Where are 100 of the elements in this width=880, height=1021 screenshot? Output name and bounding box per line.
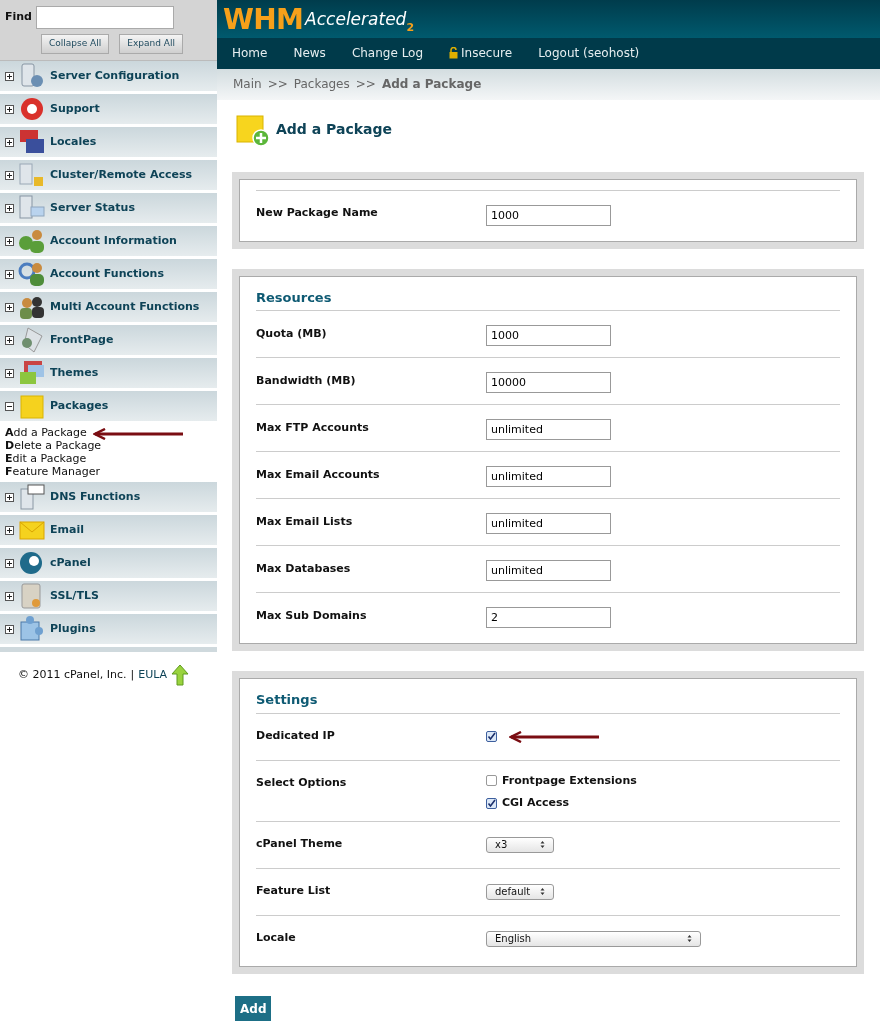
- plus-icon: [6, 559, 13, 567]
- text-field[interactable]: 1000: [486, 325, 611, 346]
- field-label: Quota (MB): [256, 325, 328, 342]
- sidebar-category[interactable]: Server Configuration: [0, 61, 217, 94]
- nav-link[interactable]: Change Log: [351, 44, 424, 63]
- plus-icon: [6, 493, 13, 501]
- current-page-crumb: Add a Package: [381, 76, 482, 94]
- sidebar-category[interactable]: Server Status: [0, 193, 217, 226]
- text-field[interactable]: unlimited: [486, 513, 611, 534]
- updown-icon: [540, 840, 545, 849]
- field-label: Max FTP Accounts: [256, 419, 370, 436]
- expand-toggle[interactable]: [5, 368, 14, 378]
- checkbox[interactable]: [486, 775, 497, 787]
- expand-toggle[interactable]: [5, 302, 14, 312]
- nav-link[interactable]: Insecure: [449, 44, 513, 63]
- plus-icon: [6, 336, 13, 344]
- sidebar-category[interactable]: Themes: [0, 358, 217, 391]
- nav-link[interactable]: News: [293, 44, 326, 63]
- text-field[interactable]: 1000: [486, 204, 611, 226]
- expand-toggle[interactable]: [5, 137, 14, 147]
- expand-toggle[interactable]: [5, 104, 14, 114]
- field-label: Max Email Lists: [256, 513, 354, 530]
- field-label: cPanel Theme: [256, 836, 344, 853]
- expand-toggle[interactable]: [5, 492, 14, 502]
- category-icon: [18, 227, 46, 255]
- field-label: New Package Name: [256, 205, 379, 222]
- text-field[interactable]: unlimited: [486, 419, 611, 440]
- text-field[interactable]: unlimited: [486, 466, 611, 487]
- eula-link[interactable]: EULA: [138, 666, 168, 684]
- plus-icon: [6, 592, 13, 600]
- category-icon: [18, 392, 46, 420]
- sidebar-category[interactable]: SSL/TLS: [0, 581, 217, 614]
- collapse-toggle[interactable]: [5, 401, 14, 411]
- field-label: Max Sub Domains: [256, 607, 368, 624]
- sidebar-button[interactable]: Expand All: [119, 34, 183, 54]
- select-dropdown[interactable]: default: [486, 883, 554, 900]
- expand-toggle[interactable]: [5, 269, 14, 279]
- plus-icon: [6, 237, 13, 245]
- find-field[interactable]: [36, 6, 174, 29]
- sidebar-category[interactable]: FrontPage: [0, 325, 217, 358]
- expand-toggle[interactable]: [5, 335, 14, 345]
- select-dropdown[interactable]: x3: [486, 836, 554, 853]
- text-field[interactable]: unlimited: [486, 560, 611, 581]
- select-dropdown[interactable]: English: [486, 930, 701, 947]
- expand-toggle[interactable]: [5, 71, 14, 81]
- sidebar-category[interactable]: cPanel: [0, 548, 217, 581]
- checkbox[interactable]: [486, 731, 497, 742]
- section-title: Settings: [256, 691, 319, 709]
- separator-text: |: [130, 666, 135, 683]
- page-title: Add a Package: [276, 120, 392, 139]
- plus-icon: [6, 625, 13, 633]
- category-icon: [18, 615, 46, 643]
- option-label: CGI Access: [502, 795, 570, 811]
- plus-icon: [6, 138, 13, 146]
- sidebar-button[interactable]: Collapse All: [41, 34, 110, 54]
- expand-toggle[interactable]: [5, 591, 14, 601]
- sidebar-category[interactable]: Cluster/Remote Access: [0, 160, 217, 193]
- updown-icon: [540, 887, 545, 896]
- expand-toggle[interactable]: [5, 525, 14, 535]
- sidebar-category[interactable]: Packages: [0, 391, 217, 424]
- sidebar-category[interactable]: Account Functions: [0, 259, 217, 292]
- sidebar-category[interactable]: Locales: [0, 127, 217, 160]
- category-icon: [18, 128, 46, 156]
- sidebar-category[interactable]: Account Information: [0, 226, 217, 259]
- expand-toggle[interactable]: [5, 236, 14, 246]
- sidebar-category[interactable]: Multi Account Functions: [0, 292, 217, 325]
- expand-toggle[interactable]: [5, 558, 14, 568]
- up-arrow-icon: [171, 664, 190, 686]
- plus-icon: [6, 526, 13, 534]
- expand-toggle[interactable]: [5, 203, 14, 213]
- nav-link[interactable]: Home: [232, 44, 268, 63]
- lock-icon: [449, 47, 459, 60]
- field-label: Feature List: [256, 883, 332, 900]
- expand-toggle[interactable]: [5, 170, 14, 180]
- breadcrumb-link[interactable]: Main: [233, 75, 262, 94]
- add-button[interactable]: Add: [235, 996, 272, 1021]
- field-label: Select Options: [256, 774, 348, 791]
- checkbox[interactable]: [486, 797, 497, 809]
- section-title: Resources: [256, 288, 333, 307]
- expand-toggle[interactable]: [5, 624, 14, 634]
- breadcrumb-link[interactable]: Packages: [293, 75, 350, 94]
- breadcrumb-separator: >>: [355, 76, 376, 94]
- plus-icon: [6, 72, 13, 80]
- category-icon: [18, 260, 46, 288]
- plus-icon: [6, 105, 13, 113]
- field-label: Bandwidth (MB): [256, 372, 357, 389]
- sidebar-category[interactable]: DNS Functions: [0, 482, 217, 515]
- field-label: Max Email Accounts: [256, 466, 381, 483]
- option-label: Frontpage Extensions: [502, 772, 637, 789]
- package-add-icon: [236, 112, 270, 147]
- plus-icon: [6, 270, 13, 278]
- text-field[interactable]: 2: [486, 607, 611, 628]
- sidebar-category[interactable]: Email: [0, 515, 217, 548]
- sidebar-category[interactable]: Plugins: [0, 614, 217, 647]
- nav-link[interactable]: Logout (seohost): [538, 44, 640, 63]
- plus-icon: [6, 204, 13, 212]
- sidebar-category[interactable]: Support: [0, 94, 217, 127]
- category-icon: [18, 161, 46, 189]
- text-field[interactable]: 10000: [486, 372, 611, 393]
- updown-icon: [687, 934, 692, 943]
